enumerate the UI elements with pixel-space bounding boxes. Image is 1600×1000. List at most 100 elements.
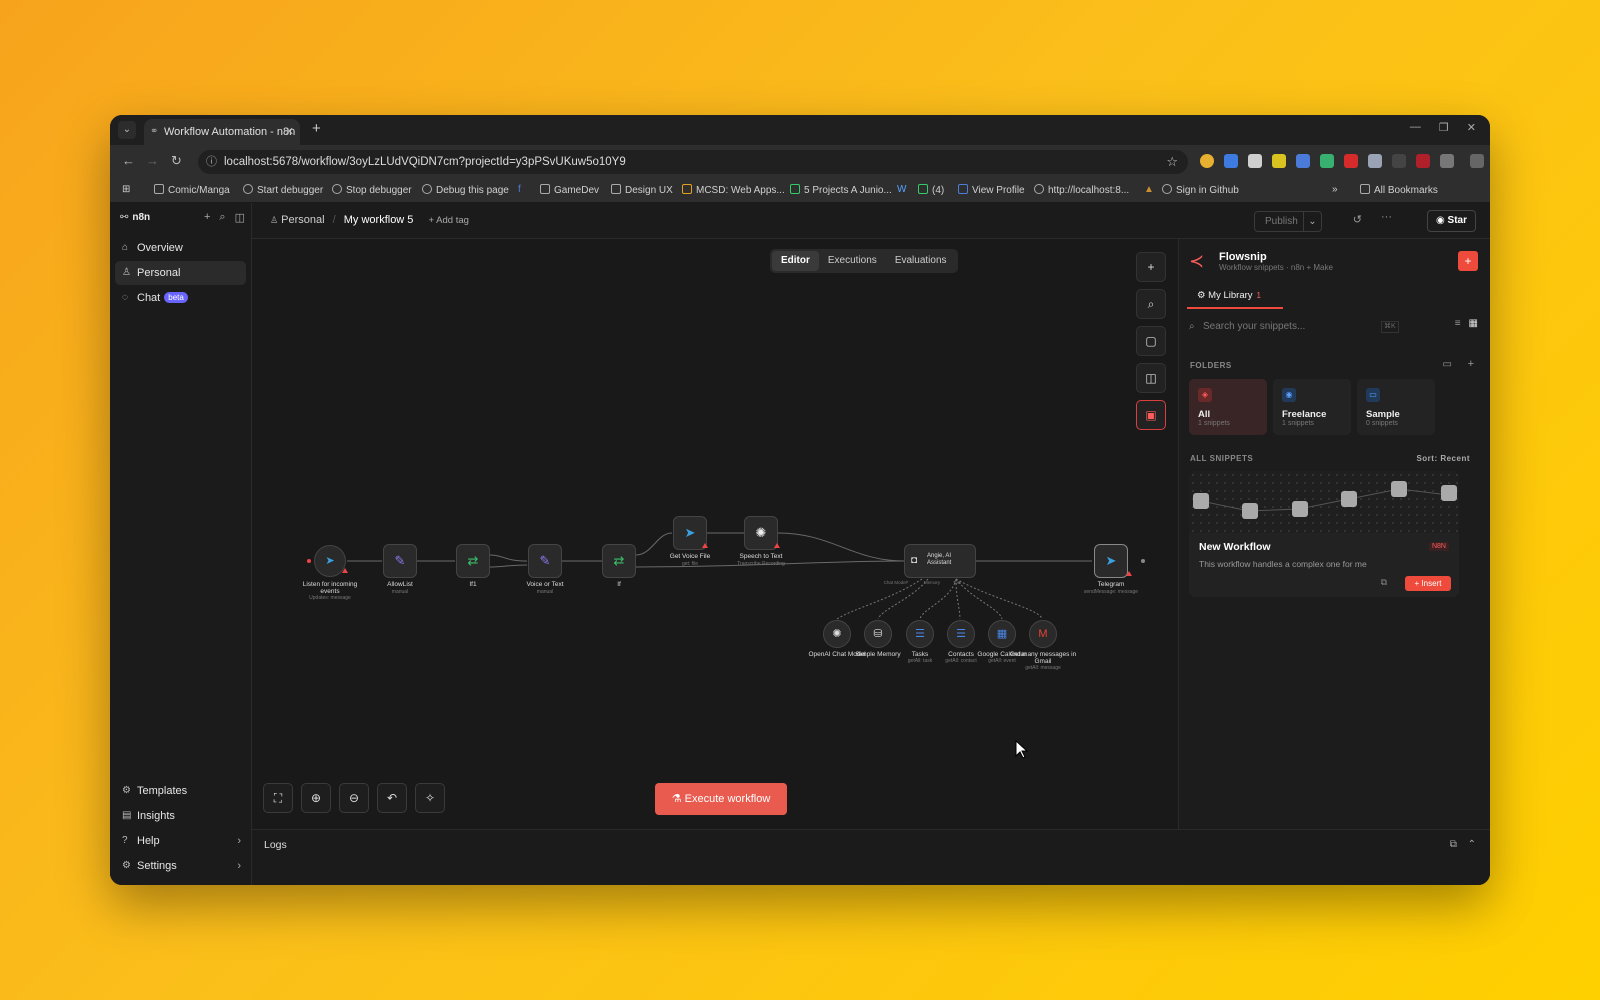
- node-voice-or-text[interactable]: ✎: [528, 544, 562, 578]
- sort-dropdown[interactable]: Sort: Recent: [1416, 454, 1470, 463]
- node-contacts[interactable]: ☰: [947, 620, 975, 648]
- node-google-calendar[interactable]: ▦: [988, 620, 1016, 648]
- node-tasks[interactable]: ☰: [906, 620, 934, 648]
- bookmark-item[interactable]: Comic/Manga: [154, 184, 230, 196]
- n8n-logo[interactable]: ⚯ n8n: [120, 212, 150, 223]
- chevron-down-icon[interactable]: ⌄: [1303, 212, 1321, 231]
- sidebar-item-settings[interactable]: ⚙ Settings ›: [115, 854, 247, 878]
- bookmark-item[interactable]: GameDev: [540, 184, 599, 196]
- bookmark-item[interactable]: Design UX: [611, 184, 673, 196]
- node-openai-chat-model[interactable]: ✺: [823, 620, 851, 648]
- sidebar-item-overview[interactable]: ⌂ Overview: [115, 236, 246, 260]
- extensions-puzzle-icon[interactable]: [1440, 154, 1454, 168]
- folder-icon[interactable]: ▭: [1443, 359, 1452, 370]
- extension-grid-icon[interactable]: [1272, 154, 1286, 168]
- reload-icon[interactable]: ↻: [171, 153, 182, 169]
- sidebar-item-insights[interactable]: ▤ Insights: [115, 804, 247, 828]
- bookmark-item[interactable]: Start debugger: [243, 184, 323, 196]
- sidebar-item-templates[interactable]: ⚙ Templates: [115, 779, 247, 803]
- execute-workflow-button[interactable]: ⚗ Execute workflow: [655, 783, 787, 815]
- history-icon[interactable]: ↺: [1353, 213, 1362, 226]
- undo-icon[interactable]: ↶: [377, 783, 407, 813]
- warning-bookmark-icon[interactable]: ▲: [1144, 184, 1154, 195]
- workflow-name[interactable]: My workflow 5: [344, 214, 414, 226]
- browser-tab[interactable]: ⚭ Workflow Automation - n8n ✕: [144, 119, 300, 145]
- facebook-icon[interactable]: f: [518, 184, 521, 195]
- download-icon[interactable]: [1470, 154, 1484, 168]
- bookmark-item[interactable]: (4): [918, 184, 944, 196]
- zoom-out-icon[interactable]: ⊖: [339, 783, 369, 813]
- logs-panel[interactable]: Logs ⧉ ⌃: [252, 829, 1490, 885]
- search-icon[interactable]: ⌕: [219, 211, 225, 224]
- extension-vue-icon[interactable]: [1320, 154, 1334, 168]
- folder-all[interactable]: ◈ All 1 snippets: [1189, 379, 1267, 435]
- node-ai-agent[interactable]: ◘ Angie, AI Assistant: [904, 544, 976, 578]
- extension-badge-icon[interactable]: [1296, 154, 1310, 168]
- w-bookmark-icon[interactable]: W: [897, 184, 906, 195]
- extension-doc-icon[interactable]: [1248, 154, 1262, 168]
- apps-grid-icon[interactable]: ⊞: [122, 184, 130, 195]
- extension-red-icon[interactable]: [1416, 154, 1430, 168]
- node-gmail[interactable]: M: [1029, 620, 1057, 648]
- github-star-button[interactable]: ◉ Star: [1427, 210, 1476, 232]
- breadcrumb-project[interactable]: Personal: [281, 214, 324, 226]
- insert-snippet-button[interactable]: + Insert: [1405, 576, 1451, 591]
- extension-pdf-icon[interactable]: [1344, 154, 1358, 168]
- forward-icon[interactable]: →: [146, 153, 159, 168]
- tidy-up-icon[interactable]: ✧: [415, 783, 445, 813]
- list-view-icon[interactable]: ≡: [1455, 318, 1461, 329]
- collapse-sidebar-icon[interactable]: ◫: [235, 211, 245, 224]
- sidebar-item-help[interactable]: ? Help ›: [115, 829, 247, 853]
- node-allowlist[interactable]: ✎: [383, 544, 417, 578]
- node-telegram[interactable]: ➤: [1094, 544, 1128, 578]
- extension-pen-icon[interactable]: [1224, 154, 1238, 168]
- bookmark-item[interactable]: MCSD: Web Apps...: [682, 184, 785, 196]
- fit-view-icon[interactable]: ⛶: [263, 783, 293, 813]
- sidebar-item-personal[interactable]: ♙ Personal: [115, 261, 246, 285]
- address-bar[interactable]: ⓘ localhost:5678/workflow/3oyLzLUdVQiDN7…: [198, 150, 1188, 174]
- new-tab-icon[interactable]: +: [312, 120, 321, 137]
- logs-label: Logs: [264, 839, 287, 851]
- tab-my-library[interactable]: ⚙ My Library 1: [1187, 285, 1283, 309]
- more-bookmarks-icon[interactable]: »: [1332, 184, 1338, 195]
- popout-icon[interactable]: ⧉: [1450, 839, 1457, 850]
- workflow-canvas[interactable]: Editor Executions Evaluations + ⌕ ▢ ◫ ▣: [252, 239, 1178, 829]
- node-speech-to-text[interactable]: ✺: [744, 516, 778, 550]
- node-if1[interactable]: ⇄: [456, 544, 490, 578]
- more-options-icon[interactable]: ···: [1381, 211, 1392, 223]
- add-snippet-button[interactable]: +: [1458, 251, 1478, 271]
- extension-chrome-icon[interactable]: [1200, 154, 1214, 168]
- zoom-in-icon[interactable]: ⊕: [301, 783, 331, 813]
- all-bookmarks[interactable]: All Bookmarks: [1360, 184, 1438, 196]
- close-tab-icon[interactable]: ✕: [285, 119, 294, 145]
- extension-shield-icon[interactable]: [1368, 154, 1382, 168]
- site-info-icon[interactable]: ⓘ: [206, 150, 217, 174]
- snippet-card[interactable]: New Workflow N8N This workflow handles a…: [1189, 471, 1459, 597]
- bookmark-item[interactable]: Sign in Github: [1162, 184, 1239, 196]
- chevron-up-icon[interactable]: ⌃: [1468, 839, 1476, 850]
- sidebar-item-chat[interactable]: ◌ Chat beta: [115, 286, 246, 310]
- close-window-icon[interactable]: ✕: [1467, 121, 1476, 134]
- extension-dark-icon[interactable]: [1392, 154, 1406, 168]
- restore-icon[interactable]: ❐: [1439, 121, 1449, 134]
- add-tag-button[interactable]: + Add tag: [429, 215, 469, 226]
- publish-button[interactable]: Publish ⌄: [1254, 211, 1322, 232]
- bookmark-item[interactable]: Stop debugger: [332, 184, 412, 196]
- folder-freelance[interactable]: ◉ Freelance 1 snippets: [1273, 379, 1351, 435]
- bookmark-item[interactable]: 5 Projects A Junio...: [790, 184, 892, 196]
- bookmark-star-icon[interactable]: ☆: [1166, 150, 1178, 174]
- copy-icon[interactable]: ⧉: [1381, 577, 1387, 588]
- minimize-icon[interactable]: —: [1410, 121, 1421, 134]
- node-if[interactable]: ⇄: [602, 544, 636, 578]
- add-icon[interactable]: +: [204, 211, 210, 224]
- bookmark-item[interactable]: View Profile: [958, 184, 1025, 196]
- grid-view-icon[interactable]: ▦: [1469, 318, 1478, 329]
- bookmark-item[interactable]: http://localhost:8...: [1034, 184, 1129, 196]
- bookmark-item[interactable]: Debug this page: [422, 184, 509, 196]
- folder-sample[interactable]: ▭ Sample 0 snippets: [1357, 379, 1435, 435]
- snippet-search-input[interactable]: ⌕ Search your snippets...: [1189, 317, 1375, 337]
- add-folder-icon[interactable]: +: [1468, 358, 1474, 370]
- back-icon[interactable]: ←: [122, 153, 135, 168]
- tab-search-icon[interactable]: ⌄: [118, 121, 136, 139]
- node-simple-memory[interactable]: ⛁: [864, 620, 892, 648]
